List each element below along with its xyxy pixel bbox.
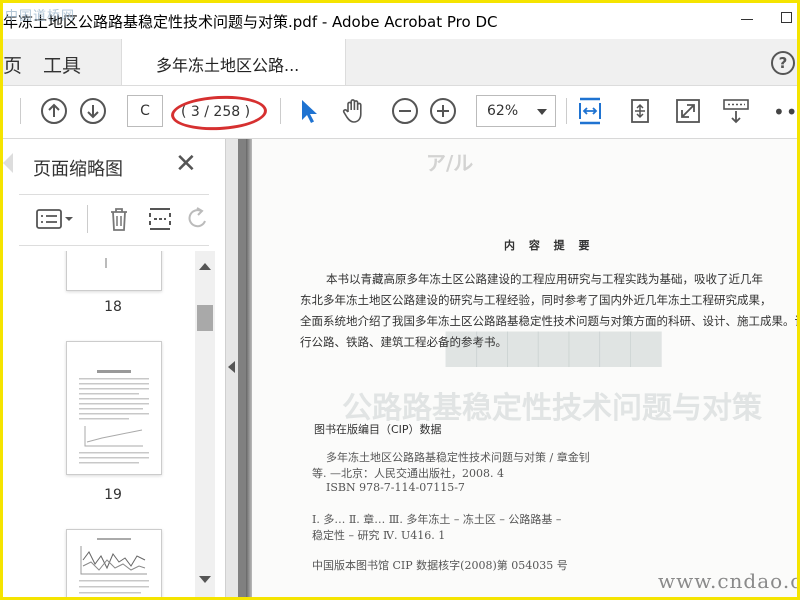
plus-icon <box>437 105 449 117</box>
abstract-line: 全面系统地介绍了我国多年冻土区公路路基稳定性技术问题与对策方面的科研、设计、施工… <box>300 314 797 328</box>
minimize-button[interactable] <box>741 19 753 20</box>
app-window: 年冻土地区公路路基稳定性技术问题与对策.pdf - Adobe Acrobat … <box>3 3 797 597</box>
toolbar: C ( 3 / 258 ) 62% • <box>3 86 797 139</box>
maximize-button[interactable] <box>781 12 792 23</box>
header-ghost-text: ア/ル <box>426 151 474 175</box>
page-thumbnail-19[interactable] <box>66 341 162 475</box>
zoom-out-button[interactable] <box>392 98 418 124</box>
site-watermark: www.cndao.com <box>658 569 797 593</box>
page-thumbnail-18[interactable] <box>66 251 162 291</box>
zoom-in-button[interactable] <box>430 98 456 124</box>
divider <box>87 205 88 233</box>
select-cursor-icon[interactable] <box>293 96 323 126</box>
hand-tool-icon[interactable] <box>339 96 369 126</box>
window-title: 年冻土地区公路路基稳定性技术问题与对策.pdf - Adobe Acrobat … <box>3 13 498 31</box>
insert-page-icon[interactable] <box>146 205 174 233</box>
abstract-line: 本书以青藏高原多年冻土区公路建设的工程应用研究与工程实践为基础，吸收了近几年 <box>326 272 763 286</box>
cip-line: 等. —北京：人民交通出版社，2008. 4 <box>312 467 504 480</box>
abstract-heading: 内 容 提 要 <box>504 239 595 252</box>
page-thumbnail-20[interactable] <box>66 529 162 597</box>
thumbnail-content <box>79 370 149 464</box>
page-edge-shadow <box>246 139 252 597</box>
scroll-up-icon[interactable] <box>199 263 211 270</box>
tab-tools[interactable]: 工具 <box>43 51 81 78</box>
toolbar-divider <box>566 98 567 124</box>
sidebar-title: 页面缩略图 <box>33 159 123 180</box>
cip-line: ISBN 978-7-114-07115-7 <box>326 481 465 494</box>
zoom-dropdown[interactable]: 62% <box>476 95 556 127</box>
sidebar-pointer <box>3 153 13 173</box>
cip-line: 多年冻土地区公路路基稳定性技术问题与对策 / 章金钊 <box>326 451 590 464</box>
site-watermark: 中国道桥网 <box>5 9 76 24</box>
cip-line: 稳定性 – 研究 Ⅳ. U416. 1 <box>312 529 446 542</box>
scrollbar-thumb[interactable] <box>197 305 213 331</box>
tab-row: 页 工具 多年冻土地区公路... ? <box>3 39 797 86</box>
divider <box>19 194 209 195</box>
red-annotation-ellipse <box>170 93 268 133</box>
cip-line: Ⅰ. 多… Ⅱ. 章… Ⅲ. 多年冻土 – 冻土区 – 公路路基 – <box>312 513 562 526</box>
help-icon[interactable]: ? <box>771 51 795 75</box>
zoom-value: 62% <box>487 103 519 119</box>
toolbar-divider <box>20 98 21 124</box>
tab-document-label: 多年冻土地区公路... <box>156 56 300 75</box>
pdf-page: ア/ル ▆▆▆▆▆▆▆ 公路路基稳定性技术问题与对策 内 容 提 要 本书以青藏… <box>246 139 797 597</box>
document-view[interactable]: ア/ル ▆▆▆▆▆▆▆ 公路路基稳定性技术问题与对策 内 容 提 要 本书以青藏… <box>238 139 797 597</box>
cip-title: 图书在版编目（CIP）数据 <box>314 423 442 436</box>
next-page-button[interactable] <box>80 98 106 124</box>
tab-home[interactable]: 页 <box>3 51 22 78</box>
toolbar-divider <box>280 98 281 124</box>
title-bar: 年冻土地区公路路基稳定性技术问题与对策.pdf - Adobe Acrobat … <box>3 3 797 39</box>
collapse-left-icon <box>228 361 235 373</box>
previous-page-button[interactable] <box>41 98 67 124</box>
close-icon[interactable]: ✕ <box>175 149 197 179</box>
abstract-text: 本书以青藏高原多年冻土区公路建设的工程应用研究与工程实践为基础，吸收了近几年 东… <box>300 269 797 353</box>
chevron-down-icon <box>537 109 547 115</box>
trash-icon[interactable] <box>105 205 133 233</box>
rotate-icon[interactable] <box>187 205 209 233</box>
thumbnail-content <box>79 538 149 594</box>
divider <box>19 245 209 246</box>
page-number-input[interactable]: C <box>127 95 163 127</box>
thumbnail-options-icon[interactable] <box>35 205 75 233</box>
thumbnail-list: 18 19 <box>3 251 195 597</box>
thumbnail-label: 18 <box>104 299 122 315</box>
arrow-up-icon <box>48 103 60 117</box>
fit-page-icon[interactable] <box>625 96 655 126</box>
read-mode-icon[interactable] <box>721 96 751 126</box>
tab-document[interactable]: 多年冻土地区公路... <box>121 39 346 85</box>
thumbnail-label: 19 <box>104 487 122 503</box>
full-screen-icon[interactable] <box>673 96 703 126</box>
fit-width-scroll-icon[interactable] <box>575 96 605 126</box>
more-tools-icon[interactable]: ••• <box>773 100 797 124</box>
scroll-down-icon[interactable] <box>199 576 211 583</box>
thumbnail-scrollbar[interactable] <box>195 251 215 597</box>
minus-icon <box>399 110 411 112</box>
arrow-down-icon <box>87 105 99 119</box>
thumbnail-sidebar: 页面缩略图 ✕ 18 19 <box>3 139 226 597</box>
abstract-line: 行公路、铁路、建筑工程必备的参考书。 <box>300 335 507 349</box>
abstract-line: 东北多年冻土地区公路建设的研究与工程经验，同时参考了国内外近几年冻土工程研究成果… <box>300 293 772 307</box>
cip-line: 中国版本图书馆 CIP 数据核字(2008)第 054035 号 <box>312 559 568 572</box>
sidebar-collapse-handle[interactable] <box>226 139 238 597</box>
